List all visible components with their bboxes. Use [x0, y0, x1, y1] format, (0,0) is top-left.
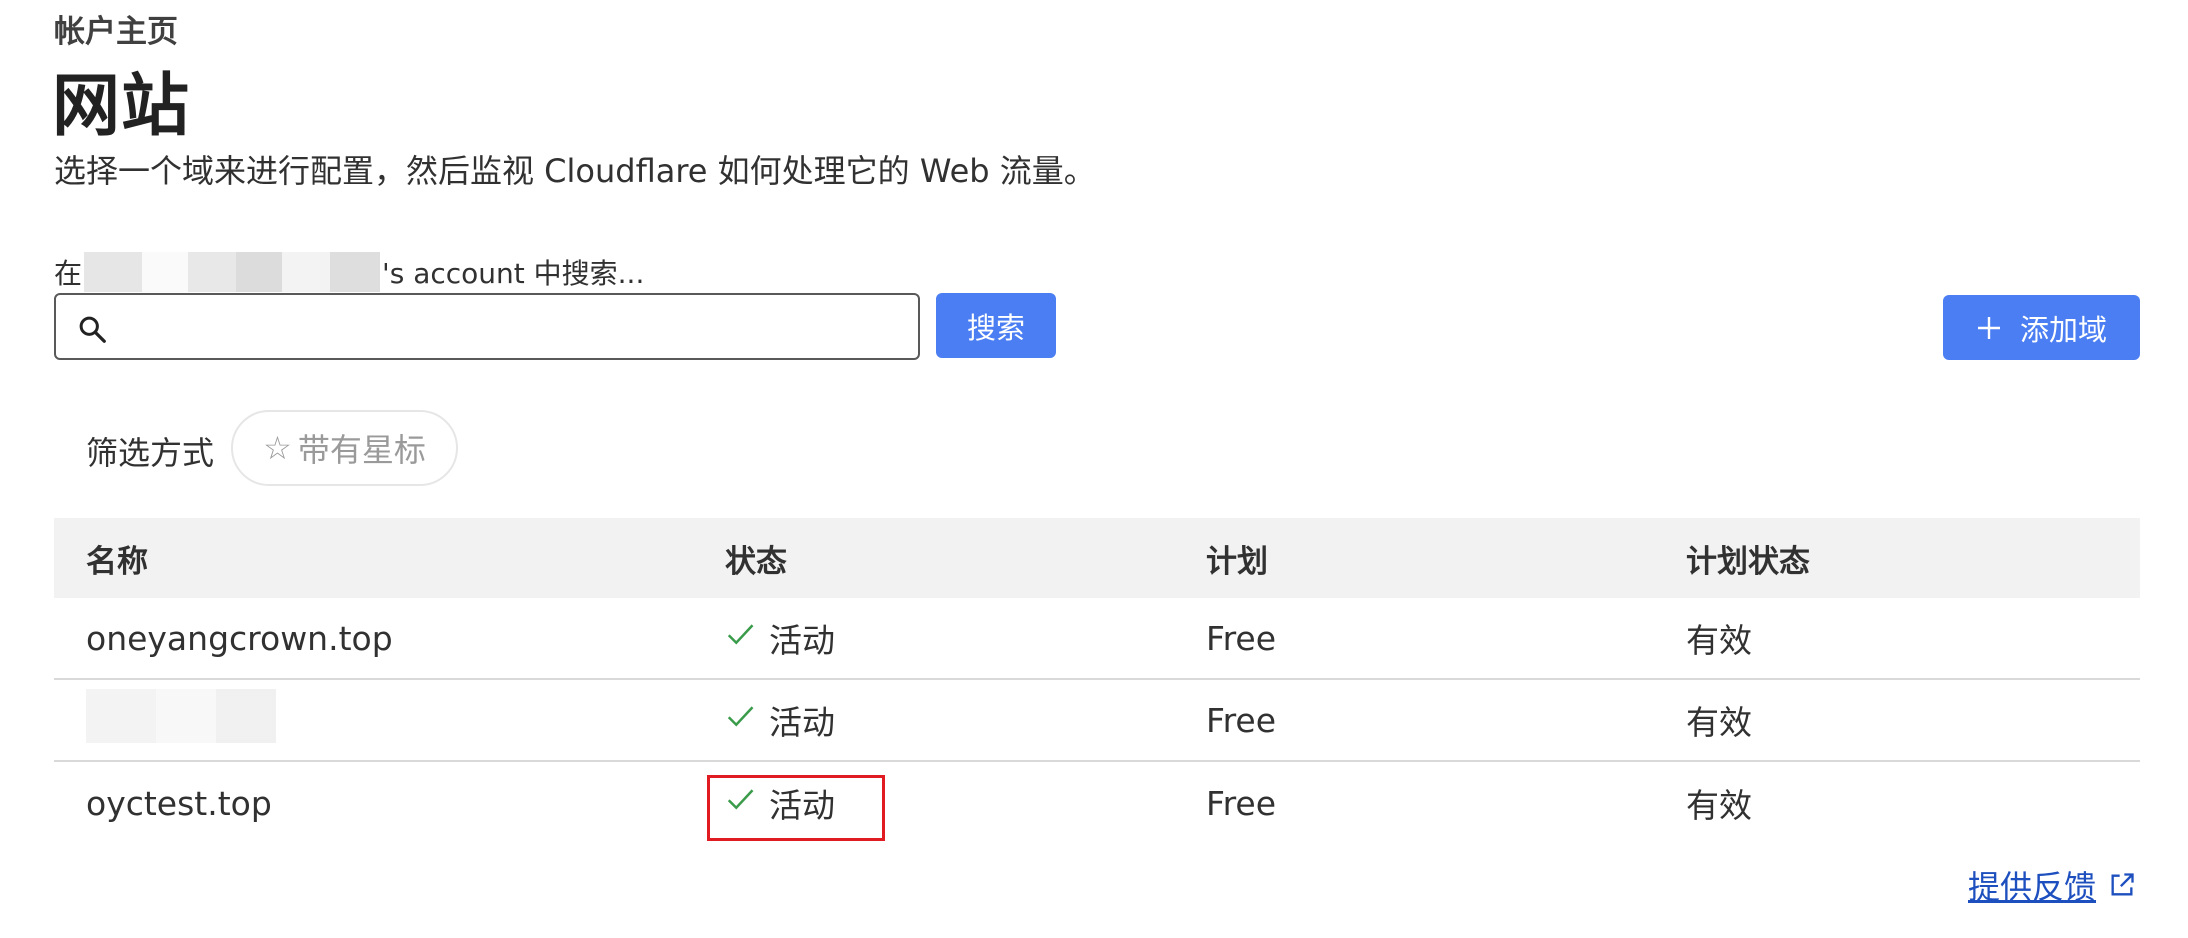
- search-button[interactable]: 搜索: [936, 293, 1056, 358]
- column-header-status[interactable]: 状态: [697, 536, 1178, 581]
- starred-filter-label: 带有星标: [297, 431, 426, 469]
- external-link-icon: [2111, 873, 2134, 896]
- star-icon: ☆: [263, 429, 292, 467]
- column-header-plan-status[interactable]: 计划状态: [1658, 536, 2140, 581]
- plan-status: 有效: [1686, 621, 1752, 660]
- table-row[interactable]: 活动 Free 有效: [54, 680, 2140, 762]
- add-domain-button[interactable]: 添加域: [1943, 295, 2140, 360]
- domain-status: 活动: [697, 614, 1178, 662]
- plan-name: Free: [1206, 618, 1277, 658]
- plus-icon: [1977, 316, 2000, 339]
- plan-status: 有效: [1686, 786, 1752, 825]
- status-label: 活动: [769, 621, 835, 660]
- feedback-label: 提供反馈: [1968, 868, 2097, 906]
- plan-status: 有效: [1686, 703, 1752, 742]
- check-icon: [727, 624, 754, 645]
- table-header: 名称 状态 计划 计划状态: [54, 518, 2140, 598]
- search-input[interactable]: [134, 303, 904, 351]
- page-subtitle: 选择一个域来进行配置，然后监视 Cloudflare 如何处理它的 Web 流量…: [54, 152, 1096, 190]
- search-label-prefix: 在: [54, 257, 83, 290]
- page-title: 网站: [52, 67, 191, 146]
- plan-name: Free: [1206, 783, 1277, 823]
- redacted-domain-name: [86, 689, 276, 743]
- highlight-box: [707, 775, 885, 841]
- search-label: 在 's account 中搜索...: [54, 252, 644, 292]
- column-header-plan[interactable]: 计划: [1178, 536, 1658, 581]
- table-row[interactable]: oneyangcrown.top 活动 Free 有效: [54, 598, 2140, 680]
- filter-label: 筛选方式: [86, 434, 215, 472]
- check-icon: [727, 706, 754, 727]
- domain-name[interactable]: oyctest.top: [54, 784, 697, 823]
- feedback-link[interactable]: 提供反馈: [1968, 862, 2136, 908]
- redacted-account-name: [84, 252, 381, 292]
- websites-page: 帐户主页 网站 选择一个域来进行配置，然后监视 Cloudflare 如何处理它…: [0, 0, 2188, 938]
- table-row[interactable]: oyctest.top 活动 Free 有效: [54, 762, 2140, 844]
- status-label: 活动: [769, 703, 835, 742]
- plan-name: Free: [1206, 700, 1277, 740]
- breadcrumb[interactable]: 帐户主页: [54, 6, 178, 51]
- starred-filter-chip[interactable]: ☆ 带有星标: [231, 410, 458, 486]
- search-field[interactable]: [54, 293, 920, 360]
- domain-name[interactable]: [54, 689, 697, 751]
- domain-status: 活动: [697, 696, 1178, 744]
- domain-status: 活动: [697, 775, 1178, 841]
- column-header-name[interactable]: 名称: [54, 536, 697, 581]
- search-icon: [79, 316, 106, 343]
- search-label-suffix: 's account 中搜索...: [382, 257, 645, 290]
- add-domain-label: 添加域: [2019, 312, 2107, 347]
- domains-table: 名称 状态 计划 计划状态 oneyangcrown.top 活动 Free 有…: [54, 518, 2140, 844]
- domain-name[interactable]: oneyangcrown.top: [54, 619, 697, 658]
